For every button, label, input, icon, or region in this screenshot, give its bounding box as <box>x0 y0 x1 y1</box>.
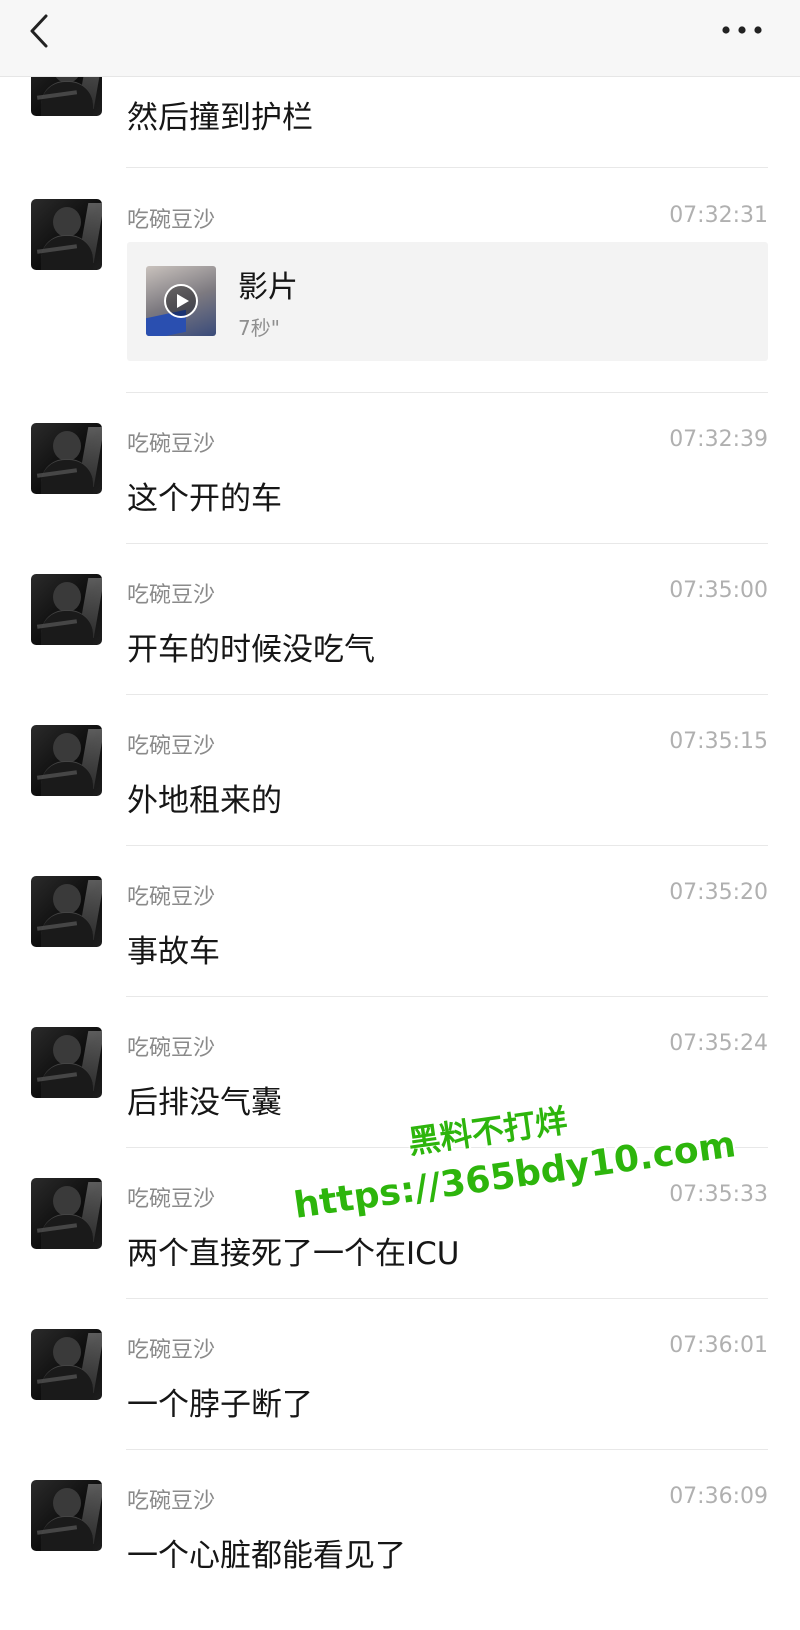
message-text: 一个心脏都能看见了 <box>127 1538 406 1574</box>
avatar[interactable] <box>31 1178 102 1249</box>
message-text: 开车的时候没吃气 <box>127 632 375 668</box>
message-time: 07:36:09 <box>669 1484 768 1509</box>
avatar[interactable] <box>31 574 102 645</box>
avatar[interactable] <box>31 876 102 947</box>
message-text: 后排没气囊 <box>127 1085 282 1121</box>
sender-name: 吃碗豆沙 <box>127 734 216 759</box>
message-text: 外地租来的 <box>127 783 282 819</box>
sender-name: 吃碗豆沙 <box>127 432 216 457</box>
message-time: 07:36:01 <box>669 1333 768 1358</box>
sender-name: 吃碗豆沙 <box>127 885 216 910</box>
divider <box>126 1298 768 1299</box>
avatar[interactable] <box>31 423 102 494</box>
message-text: 两个直接死了一个在ICU <box>127 1236 460 1272</box>
sender-name: 吃碗豆沙 <box>127 1187 216 1212</box>
sender-name: 吃碗豆沙 <box>127 1338 216 1363</box>
sender-name: 吃碗豆沙 <box>127 208 216 233</box>
message-text: 这个开的车 <box>127 481 282 517</box>
divider <box>126 167 768 168</box>
divider <box>126 1449 768 1450</box>
avatar[interactable] <box>31 199 102 270</box>
more-button[interactable] <box>716 10 772 50</box>
play-icon <box>164 284 198 318</box>
video-duration: 7秒" <box>238 316 280 340</box>
video-card[interactable]: 影片 7秒" <box>127 242 768 361</box>
chat-list[interactable]: 然后撞到护栏 吃碗豆沙 07:32:31 影片 7秒" 吃碗豆沙 07:32:3… <box>0 0 800 1630</box>
avatar[interactable] <box>31 1027 102 1098</box>
divider <box>126 392 768 393</box>
divider <box>126 543 768 544</box>
more-dots-icon <box>722 26 762 34</box>
divider <box>126 694 768 695</box>
sender-name: 吃碗豆沙 <box>127 1489 216 1514</box>
top-bar <box>0 0 800 77</box>
message-time: 07:35:20 <box>669 880 768 905</box>
message-text: 一个脖子断了 <box>127 1387 313 1423</box>
message-time: 07:35:24 <box>669 1031 768 1056</box>
divider <box>126 845 768 846</box>
message-time: 07:32:39 <box>669 427 768 452</box>
sender-name: 吃碗豆沙 <box>127 583 216 608</box>
message-text: 事故车 <box>127 934 220 970</box>
message-time: 07:32:31 <box>669 203 768 228</box>
message-time: 07:35:33 <box>669 1182 768 1207</box>
message-time: 07:35:00 <box>669 578 768 603</box>
message-text: 然后撞到护栏 <box>127 100 313 136</box>
back-button[interactable] <box>22 8 62 52</box>
avatar[interactable] <box>31 1329 102 1400</box>
avatar[interactable] <box>31 1480 102 1551</box>
message-time: 07:35:15 <box>669 729 768 754</box>
divider <box>126 1147 768 1148</box>
video-thumbnail[interactable] <box>146 266 216 336</box>
divider <box>126 996 768 997</box>
video-title: 影片 <box>238 270 298 305</box>
avatar[interactable] <box>31 725 102 796</box>
chevron-left-icon <box>30 14 48 48</box>
sender-name: 吃碗豆沙 <box>127 1036 216 1061</box>
